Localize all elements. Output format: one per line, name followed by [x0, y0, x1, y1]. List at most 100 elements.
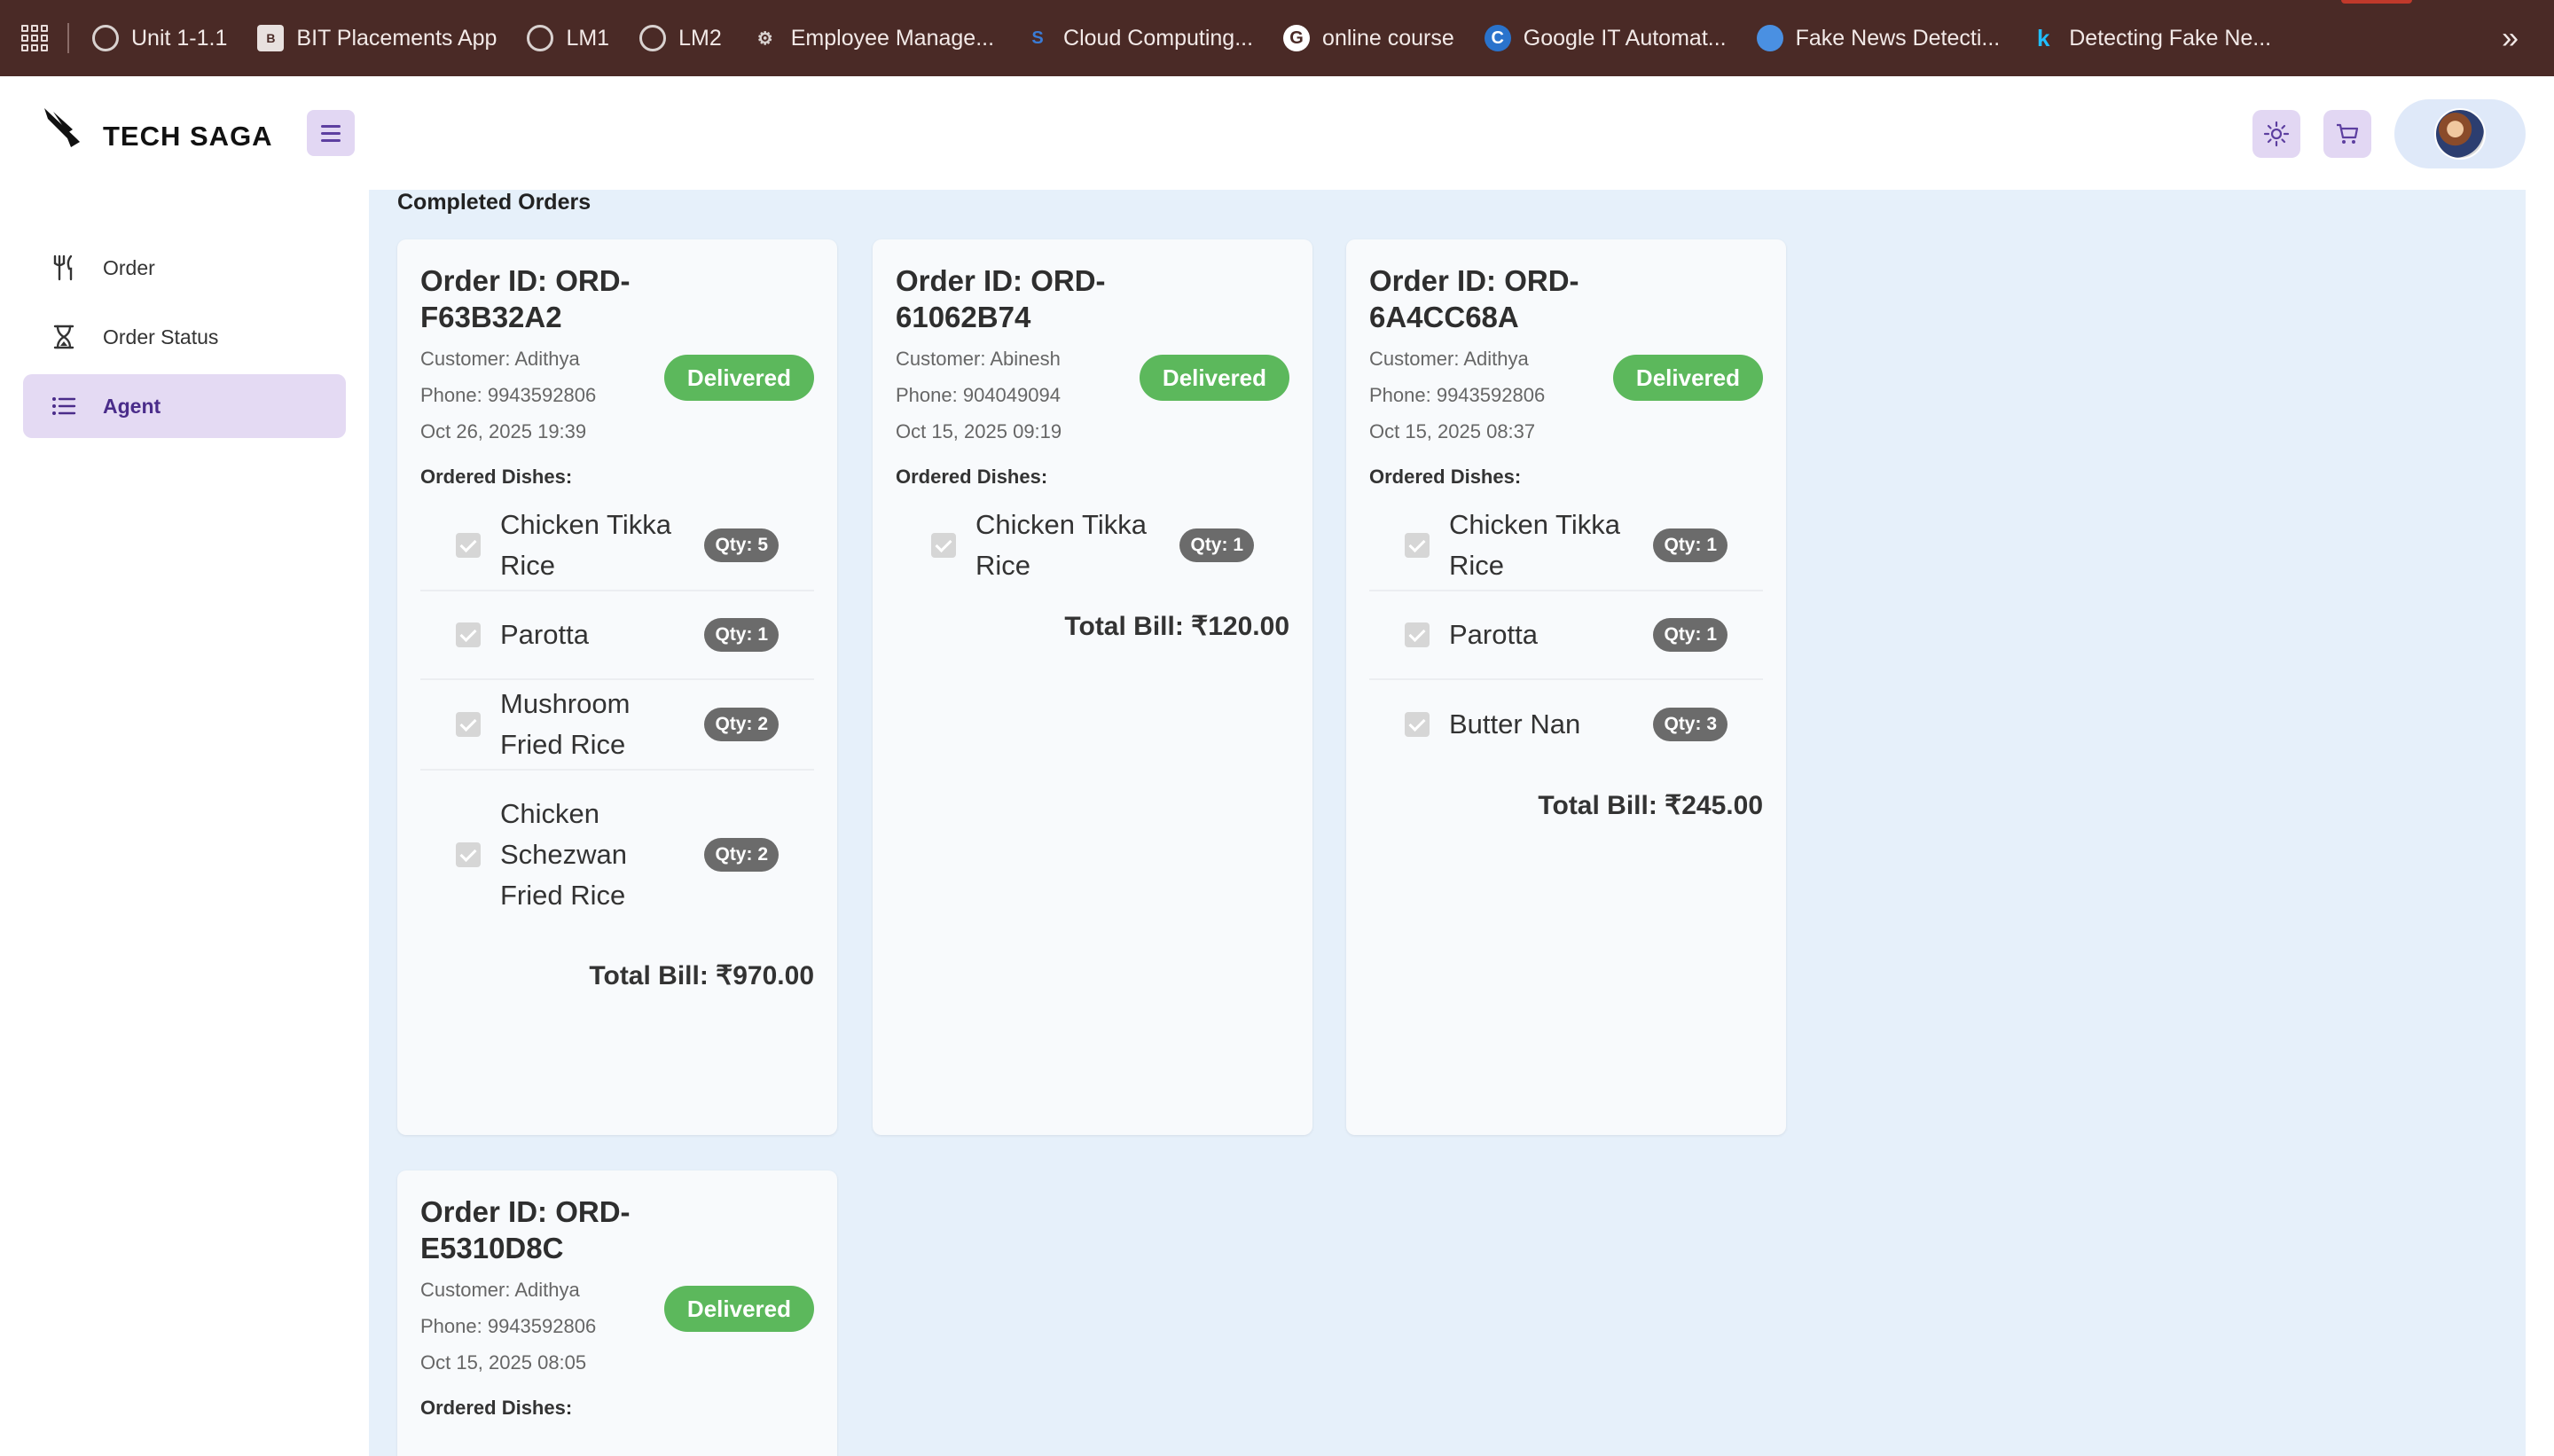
dish-row: Butter Nan Qty: 3 [1369, 680, 1763, 769]
globe-icon [527, 25, 554, 51]
qty-badge: Qty: 1 [1653, 618, 1727, 652]
dish-checkbox[interactable] [456, 842, 481, 867]
dish-name: Chicken Tikka Rice [975, 509, 1147, 581]
cart-button[interactable] [2323, 110, 2371, 158]
globe-icon [92, 25, 119, 51]
bookmark-item[interactable]: Fake News Detecti... [1756, 25, 2001, 51]
bookmark-item[interactable]: C Google IT Automat... [1484, 25, 1727, 51]
order-date: Oct 15, 2025 09:19 [896, 420, 1062, 442]
kaggle-icon: k [2037, 24, 2050, 51]
logo-mark-icon [44, 108, 94, 156]
dish-checkbox[interactable] [456, 622, 481, 647]
apps-grid-icon[interactable] [21, 25, 48, 51]
status-badge: Delivered [1139, 355, 1289, 401]
dish-row: Chicken Tikka Rice Qty: 1 [896, 501, 1289, 590]
dish-name: Parotta [1449, 619, 1538, 650]
bookmark-item[interactable]: B BIT Placements App [257, 25, 497, 51]
sidebar-item-label: Order Status [103, 325, 219, 348]
qty-badge: Qty: 3 [1653, 708, 1727, 741]
status-badge: Delivered [1612, 355, 1763, 401]
qty-badge: Qty: 2 [704, 838, 779, 872]
bookmark-item[interactable]: ⚙ Employee Manage... [752, 25, 994, 51]
globe-icon [639, 25, 667, 51]
dish-checkbox[interactable] [1405, 622, 1430, 647]
dish-name: Chicken Tikka Rice [1449, 509, 1620, 581]
order-id: Order ID: ORD-6A4CC68A [1369, 264, 1579, 333]
dishes-label: Ordered Dishes: [420, 1397, 573, 1419]
brand-name: TECH SAGA [103, 121, 273, 152]
bookmark-item[interactable]: Unit 1-1.1 [92, 25, 227, 51]
chevron-double-right-icon[interactable]: » [2502, 21, 2519, 56]
bookmark-label: BIT Placements App [296, 25, 497, 51]
dishes-label: Ordered Dishes: [1369, 466, 1522, 488]
bookmark-label: Detecting Fake Ne... [2069, 25, 2272, 51]
avatar [2434, 108, 2486, 160]
app-header: TECH SAGA [0, 76, 2554, 190]
dish-checkbox[interactable] [456, 712, 481, 737]
order-card: Order ID: ORD-6A4CC68A Customer: Adithya… [1346, 239, 1786, 1135]
dish-checkbox[interactable] [456, 533, 481, 558]
bookmark-label: Cloud Computing... [1063, 25, 1254, 51]
bookmark-item[interactable]: G online course [1283, 25, 1454, 51]
dishes-label: Ordered Dishes: [896, 466, 1048, 488]
sun-icon [2263, 121, 2290, 147]
bookmark-label: Employee Manage... [790, 25, 995, 51]
bookmark-item[interactable]: S Cloud Computing... [1024, 25, 1253, 51]
order-header: Order ID: ORD-61062B74 Customer: Abinesh… [896, 262, 1289, 450]
order-id: Order ID: ORD-61062B74 [896, 264, 1106, 333]
sidebar-item-order-status[interactable]: Order Status [23, 305, 346, 369]
bookmark-item[interactable]: LM1 [527, 25, 609, 51]
order-card: Order ID: ORD-F63B32A2 Customer: Adithya… [397, 239, 837, 1135]
bookmark-item[interactable]: k Detecting Fake Ne... [2030, 25, 2271, 51]
total-bill: Total Bill: ₹970.00 [589, 961, 814, 990]
sidebar-item-label: Agent [103, 394, 161, 418]
order-date: Oct 15, 2025 08:05 [420, 1351, 587, 1374]
dish-checkbox[interactable] [1405, 712, 1430, 737]
menu-toggle-button[interactable] [307, 110, 355, 156]
list-icon [46, 395, 82, 417]
theme-toggle-button[interactable] [2252, 110, 2300, 158]
qty-badge: Qty: 1 [704, 618, 779, 652]
main-content: Completed Orders Order ID: ORD-F63B32A2 … [369, 190, 2526, 1456]
sidebar-item-agent[interactable]: Agent [23, 374, 346, 438]
bookmark-item[interactable]: LM2 [639, 25, 722, 51]
dish-row: Parotta Qty: 1 [1369, 591, 1763, 680]
bookmark-label: Fake News Detecti... [1795, 25, 2001, 51]
order-header: Order ID: ORD-6A4CC68A Customer: Adithya… [1369, 262, 1763, 450]
sidebar-item-order[interactable]: Order [23, 236, 346, 300]
dish-row: Chicken Schezwan Fried Rice Qty: 2 [420, 771, 814, 939]
gears-icon: ⚙ [756, 28, 773, 49]
order-header: Order ID: ORD-F63B32A2 Customer: Adithya… [420, 262, 814, 450]
status-badge: Delivered [663, 355, 814, 401]
bookmarks-bar: Unit 1-1.1 B BIT Placements App LM1 LM2 … [0, 0, 2554, 76]
coursera-icon: C [1484, 25, 1511, 51]
order-date: Oct 15, 2025 08:37 [1369, 420, 1536, 442]
status-badge: Delivered [663, 1286, 814, 1332]
qty-badge: Qty: 5 [704, 528, 779, 562]
order-card: Order ID: ORD-E5310D8C Customer: Adithya… [397, 1170, 837, 1456]
dish-name: Butter Nan [1449, 708, 1581, 740]
bookmarks-divider [67, 23, 69, 53]
total-bill: Total Bill: ₹245.00 [1538, 791, 1763, 820]
qty-badge: Qty: 2 [704, 708, 779, 741]
dishes-label: Ordered Dishes: [420, 466, 573, 488]
dish-checkbox[interactable] [1405, 533, 1430, 558]
google-icon: G [1283, 25, 1311, 51]
total-bill: Total Bill: ₹120.00 [1064, 612, 1289, 641]
skillrack-icon: S [1031, 27, 1044, 48]
bookmark-label: Unit 1-1.1 [131, 25, 228, 51]
order-date: Oct 26, 2025 19:39 [420, 420, 587, 442]
section-title: Completed Orders [397, 190, 591, 215]
site-icon [1756, 25, 1783, 51]
brand-logo[interactable]: TECH SAGA [41, 103, 273, 160]
dish-row: Chicken Tikka Rice Qty: 1 [1369, 501, 1763, 591]
order-header: Order ID: ORD-E5310D8C Customer: Adithya… [420, 1194, 814, 1381]
dish-checkbox[interactable] [931, 533, 956, 558]
bookmark-label: LM2 [678, 25, 722, 51]
profile-menu-button[interactable] [2394, 99, 2526, 168]
dish-row: Chicken Tikka Rice Qty: 5 [420, 501, 814, 591]
qty-badge: Qty: 1 [1653, 528, 1727, 562]
order-id: Order ID: ORD-F63B32A2 [420, 264, 631, 333]
dish-name: Parotta [500, 619, 589, 650]
dish-name: Mushroom Fried Rice [500, 688, 631, 760]
